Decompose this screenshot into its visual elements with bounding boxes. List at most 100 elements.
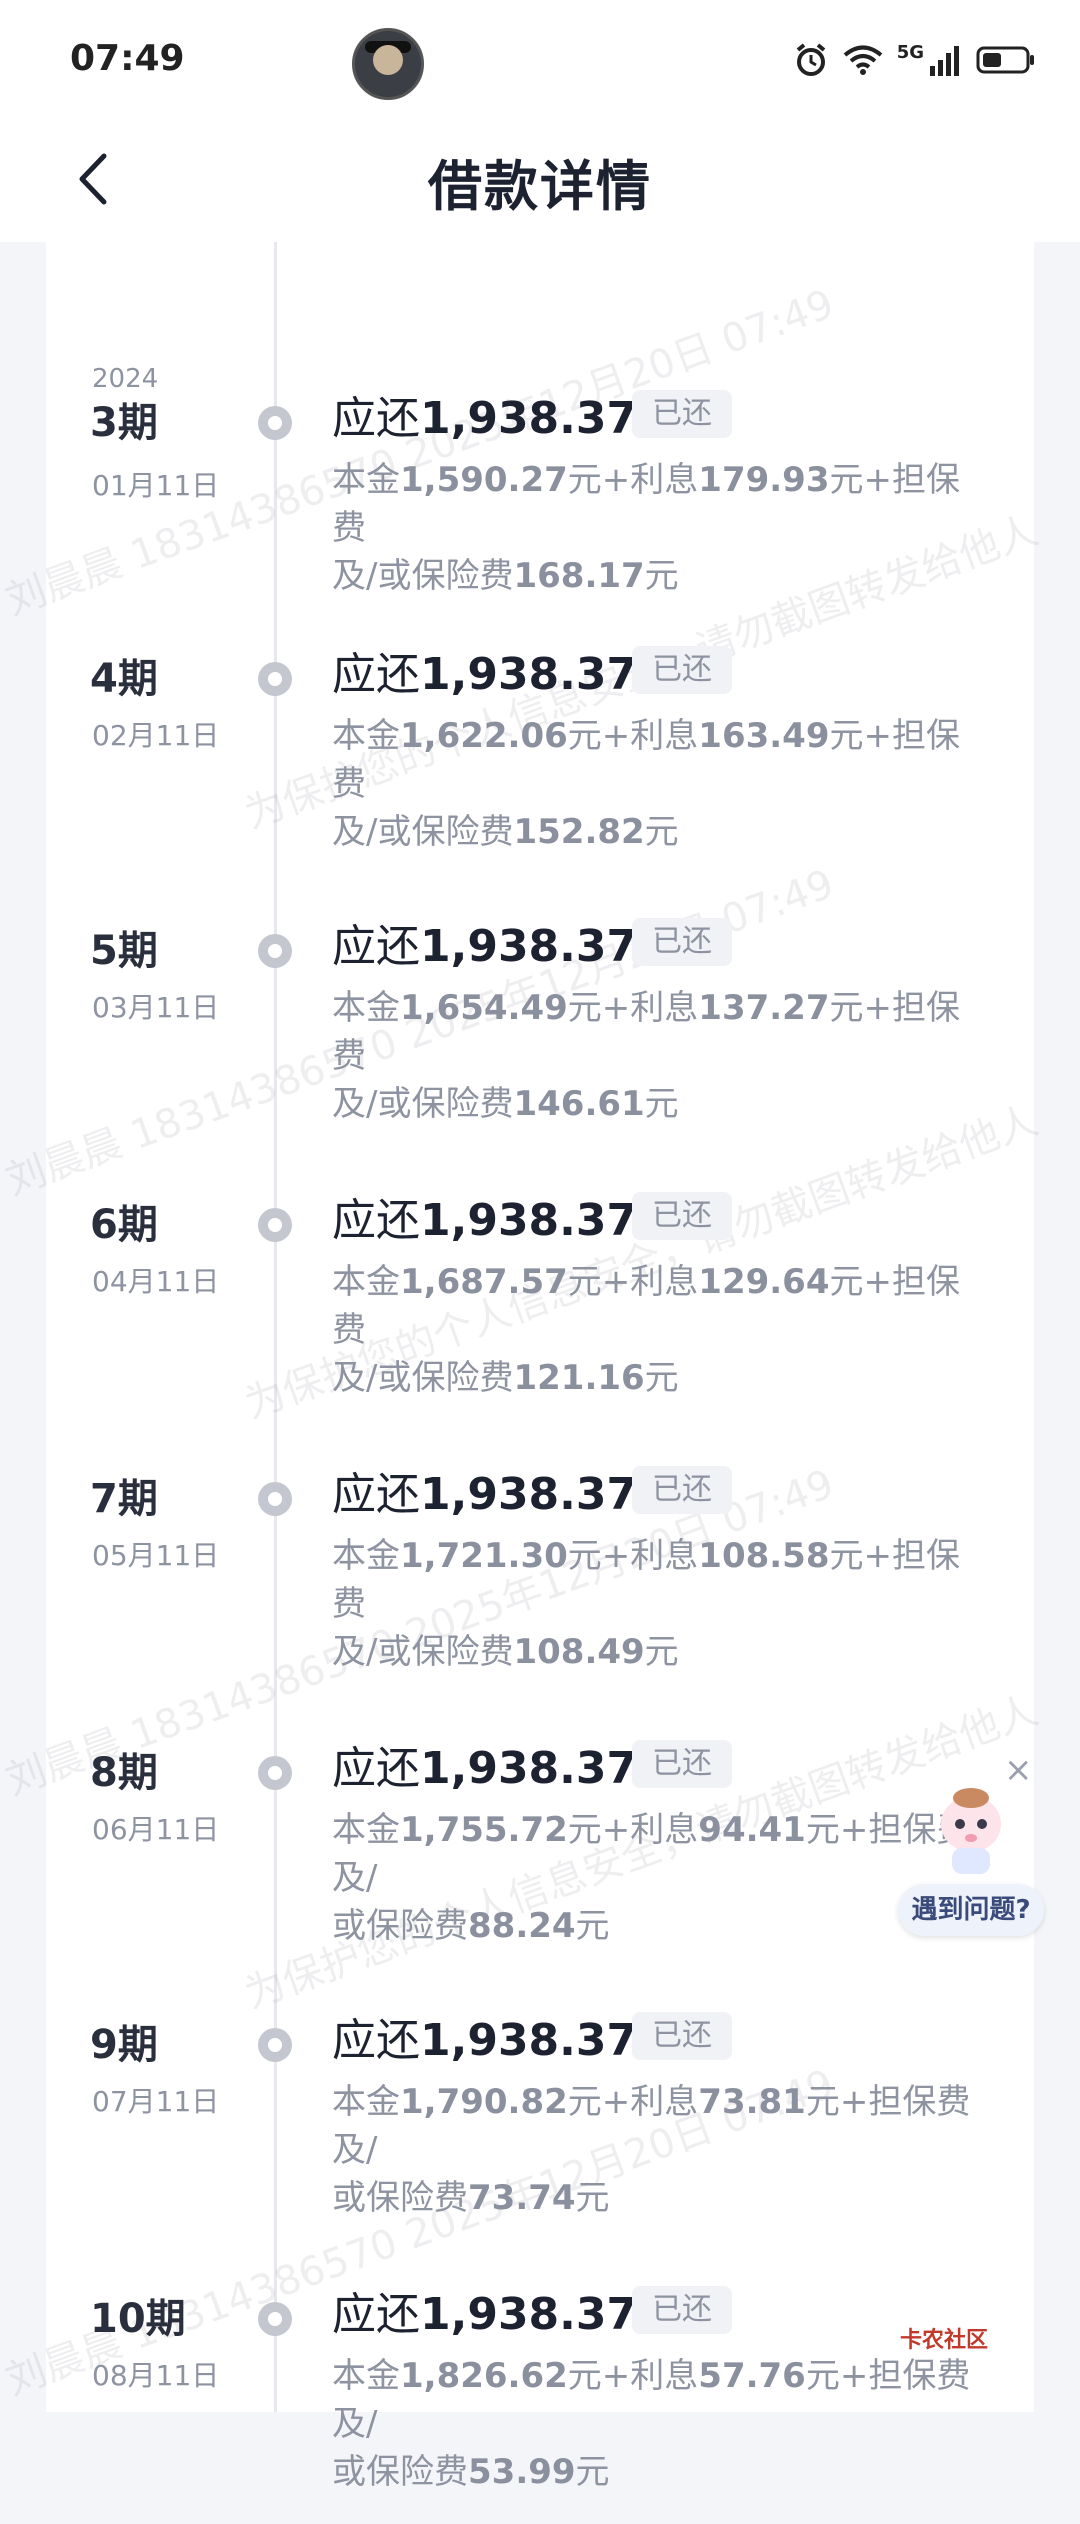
amount-prefix: 应还	[332, 1469, 420, 1520]
corner-watermark-logo: 卡农社区	[900, 2328, 989, 2353]
amount-due: 应还1,938.37元	[332, 2004, 681, 2068]
installment-row[interactable]: 6期 04月11日 应还1,938.37元 已还 本金1,687.57元+利息1…	[0, 1180, 1080, 1430]
interest-value: 137.27	[698, 988, 830, 1028]
fee-value: 73.74	[468, 2178, 576, 2218]
status-badge: 已还	[632, 390, 732, 438]
amount-value: 1,938.37	[420, 1743, 638, 1794]
interest-label: 元+利息	[567, 988, 699, 1028]
installment-period: 3期	[90, 400, 158, 446]
insurance-label: 或保险费	[332, 2452, 468, 2492]
amount-value: 1,938.37	[420, 1195, 638, 1246]
interest-value: 179.93	[698, 460, 830, 500]
installment-row[interactable]: 10期 08月11日 应还1,938.37元 已还 本金1,826.62元+利息…	[0, 2274, 1080, 2524]
installment-date: 05月11日	[92, 1539, 220, 1572]
installment-period: 10期	[90, 2296, 186, 2342]
principal-value: 1,790.82	[400, 2082, 568, 2122]
fee-value: 108.49	[513, 1632, 645, 1672]
principal-label: 本金	[332, 2082, 400, 2122]
timeline-dot	[258, 1482, 292, 1516]
insurance-label: 及/或保险费	[332, 1358, 514, 1398]
network-type-label: 5G	[896, 41, 924, 63]
interest-value: 57.76	[698, 2356, 806, 2396]
interest-value: 129.64	[698, 1262, 830, 1302]
fee-value: 121.16	[513, 1358, 645, 1398]
timeline-dot	[258, 934, 292, 968]
installment-period: 8期	[90, 1750, 158, 1796]
timeline-dot	[258, 662, 292, 696]
principal-value: 1,826.62	[400, 2356, 568, 2396]
interest-label: 元+利息	[567, 2356, 699, 2396]
amount-prefix: 应还	[332, 1743, 420, 1794]
amount-due: 应还1,938.37元	[332, 382, 681, 446]
status-badge: 已还	[632, 2012, 732, 2060]
amount-value: 1,938.37	[420, 1469, 638, 1520]
installment-row[interactable]: 5期 03月11日 应还1,938.37元 已还 本金1,654.49元+利息1…	[0, 906, 1080, 1156]
page-title: 借款详情	[428, 155, 652, 218]
status-badge: 已还	[632, 918, 732, 966]
interest-label: 元+利息	[567, 1262, 699, 1302]
insurance-label: 或保险费	[332, 1906, 468, 1946]
payment-breakdown: 本金1,622.06元+利息163.49元+担保费 及/或保险费152.82元	[332, 712, 972, 856]
fee-value: 168.17	[513, 556, 645, 596]
amount-due: 应还1,938.37元	[332, 910, 681, 974]
status-badge: 已还	[632, 1192, 732, 1240]
installment-date: 03月11日	[92, 991, 220, 1024]
principal-value: 1,721.30	[400, 1536, 568, 1576]
fee-value: 146.61	[513, 1084, 645, 1124]
status-badge: 已还	[632, 1740, 732, 1788]
installment-row[interactable]: 7期 05月11日 应还1,938.37元 已还 本金1,721.30元+利息1…	[0, 1454, 1080, 1704]
fee-unit: 元	[575, 2452, 610, 2492]
principal-label: 本金	[332, 1810, 400, 1850]
principal-value: 1,654.49	[400, 988, 568, 1028]
avatar-face	[373, 45, 403, 75]
interest-label: 元+利息	[567, 1536, 699, 1576]
installment-row[interactable]: 9期 07月11日 应还1,938.37元 已还 本金1,790.82元+利息7…	[0, 2000, 1080, 2250]
amount-due: 应还1,938.37元	[332, 1458, 681, 1522]
fee-unit: 元	[644, 1632, 679, 1672]
fee-unit: 元	[644, 556, 679, 596]
amount-due: 应还1,938.37元	[332, 1184, 681, 1248]
installment-period: 6期	[90, 1202, 158, 1248]
amount-value: 1,938.37	[420, 393, 638, 444]
amount-due: 应还1,938.37元	[332, 1732, 681, 1796]
help-widget[interactable]: × 遇到问题?	[898, 1750, 1044, 1960]
principal-label: 本金	[332, 2356, 400, 2396]
installment-period: 7期	[90, 1476, 158, 1522]
installment-date: 02月11日	[92, 719, 220, 752]
interest-value: 108.58	[698, 1536, 830, 1576]
fee-unit: 元	[644, 1358, 679, 1398]
timeline-dot	[258, 2028, 292, 2062]
insurance-label: 及/或保险费	[332, 1632, 514, 1672]
amount-prefix: 应还	[332, 393, 420, 444]
status-bar: 07:49 5G	[0, 0, 1080, 120]
payment-breakdown: 本金1,755.72元+利息94.41元+担保费及/或保险费88.24元	[332, 1806, 972, 1950]
fee-unit: 元	[575, 2178, 610, 2218]
status-badge: 已还	[632, 646, 732, 694]
installment-period: 4期	[90, 656, 158, 702]
installment-row[interactable]: 4期 02月11日 应还1,938.37元 已还 本金1,622.06元+利息1…	[0, 634, 1080, 884]
principal-label: 本金	[332, 460, 400, 500]
installment-row[interactable]: 2024 3期 01月11日 应还1,938.37元 已还 本金1,590.27…	[0, 364, 1080, 628]
payment-breakdown: 本金1,826.62元+利息57.76元+担保费及/或保险费53.99元	[332, 2352, 972, 2496]
payment-breakdown: 本金1,654.49元+利息137.27元+担保费 及/或保险费146.61元	[332, 984, 972, 1128]
installment-date: 08月11日	[92, 2359, 220, 2392]
fee-value: 88.24	[468, 1906, 576, 1946]
principal-value: 1,622.06	[400, 716, 568, 756]
interest-value: 94.41	[698, 1810, 806, 1850]
installment-date: 04月11日	[92, 1265, 220, 1298]
timeline-dot	[258, 2302, 292, 2336]
fee-unit: 元	[644, 1084, 679, 1124]
principal-label: 本金	[332, 1536, 400, 1576]
insurance-label: 及/或保险费	[332, 1084, 514, 1124]
interest-label: 元+利息	[567, 2082, 699, 2122]
amount-value: 1,938.37	[420, 921, 638, 972]
payment-breakdown: 本金1,687.57元+利息129.64元+担保费 及/或保险费121.16元	[332, 1258, 972, 1402]
help-button[interactable]: 遇到问题?	[898, 1884, 1044, 1936]
status-badge: 已还	[632, 2286, 732, 2334]
installment-date: 01月11日	[92, 469, 220, 502]
amount-value: 1,938.37	[420, 2015, 638, 2066]
signal-icon	[930, 46, 959, 76]
insurance-label: 及/或保险费	[332, 556, 514, 596]
principal-label: 本金	[332, 988, 400, 1028]
assistant-mascot-icon	[941, 1788, 1001, 1874]
